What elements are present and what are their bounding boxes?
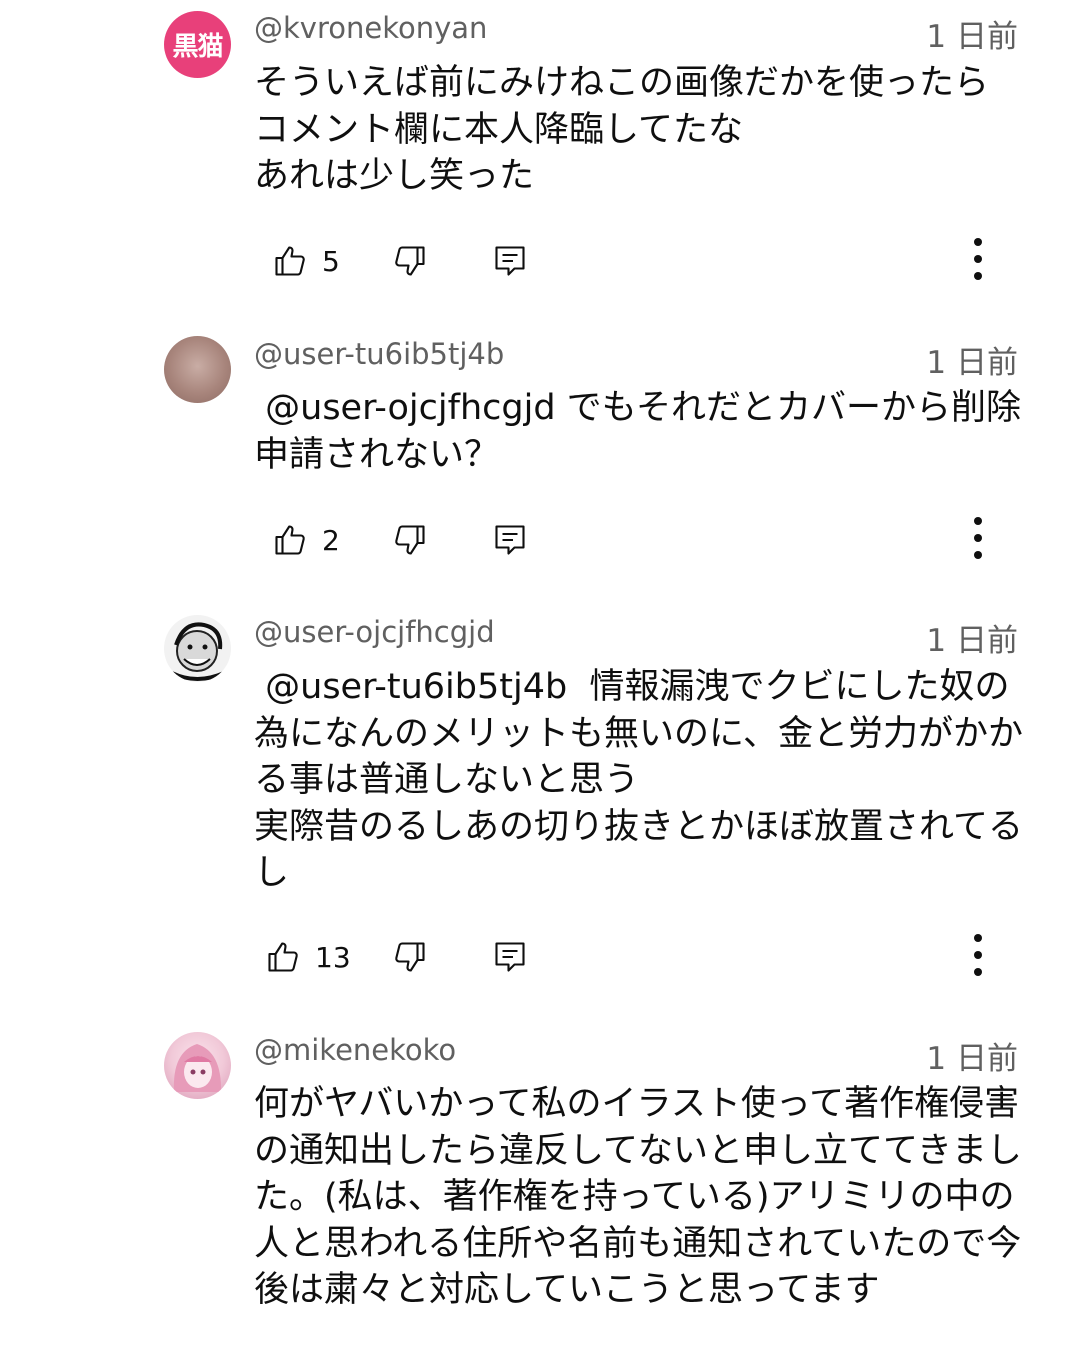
reply-button[interactable] bbox=[492, 932, 528, 982]
dislike-button[interactable] bbox=[392, 236, 428, 286]
more-vert-icon bbox=[974, 934, 982, 976]
thumbs-down-icon bbox=[395, 246, 425, 276]
like-count: 5 bbox=[322, 244, 340, 278]
avatar[interactable] bbox=[164, 615, 231, 682]
like-button[interactable]: 5 bbox=[272, 236, 340, 286]
comment-timestamp: 1 日前 bbox=[926, 19, 1018, 55]
comment-author[interactable]: @kvronekonyan bbox=[254, 11, 487, 45]
comment-text: 何がヤバいかって私のイラスト使って著作権侵害の通知出したら違反してないと申し立て… bbox=[254, 1084, 1022, 1310]
thumbs-up-icon bbox=[268, 942, 298, 972]
avatar-illustration bbox=[173, 1044, 222, 1092]
avatar[interactable] bbox=[164, 336, 231, 403]
comment-timestamp: 1 日前 bbox=[926, 623, 1018, 659]
like-count: 13 bbox=[315, 940, 351, 974]
more-options-button[interactable] bbox=[956, 511, 1000, 565]
comment-timestamp: 1 日前 bbox=[926, 1041, 1018, 1077]
reply-button[interactable] bbox=[492, 236, 528, 286]
comment-actions: 5 bbox=[0, 236, 1080, 286]
comment-actions: 2 bbox=[0, 515, 1080, 565]
comment-text: @user-ojcjfhcgjd でもそれだとカバーから削除申請されない？ bbox=[254, 388, 1021, 475]
reply-button[interactable] bbox=[492, 515, 528, 565]
more-vert-icon bbox=[974, 517, 982, 559]
more-vert-icon bbox=[974, 238, 982, 280]
thumbs-up-icon bbox=[275, 246, 305, 276]
reply-icon bbox=[495, 525, 525, 555]
thumbs-up-icon bbox=[275, 525, 305, 555]
more-options-button[interactable] bbox=[956, 232, 1000, 286]
like-button[interactable]: 2 bbox=[272, 515, 340, 565]
thumbs-down-icon bbox=[395, 942, 425, 972]
comment-text: @user-tu6ib5tj4b 情報漏洩でクビにした奴の為になんのメリットも無… bbox=[254, 667, 1023, 893]
comment-timestamp: 1 日前 bbox=[926, 345, 1018, 381]
comment-text: そういえば前にみけねこの画像だかを使ったら コメント欄に本人降臨してたな あれは… bbox=[254, 63, 990, 196]
avatar[interactable]: 黒猫 bbox=[164, 11, 231, 78]
dislike-button[interactable] bbox=[392, 515, 428, 565]
comment-author[interactable]: @user-tu6ib5tj4b bbox=[254, 337, 504, 371]
comment-author[interactable]: @user-ojcjfhcgjd bbox=[254, 615, 495, 649]
reply-icon bbox=[495, 942, 525, 972]
more-options-button[interactable] bbox=[956, 928, 1000, 982]
avatar[interactable] bbox=[164, 1032, 231, 1099]
comment-author[interactable]: @mikenekoko bbox=[254, 1033, 456, 1067]
comment-actions: 13 bbox=[0, 932, 1080, 982]
reply-icon bbox=[495, 246, 525, 276]
like-count: 2 bbox=[322, 523, 340, 557]
avatar-illustration bbox=[171, 622, 225, 681]
avatar-text: 黒猫 bbox=[172, 32, 223, 62]
thumbs-down-icon bbox=[395, 525, 425, 555]
dislike-button[interactable] bbox=[392, 932, 428, 982]
like-button[interactable]: 13 bbox=[265, 932, 351, 982]
